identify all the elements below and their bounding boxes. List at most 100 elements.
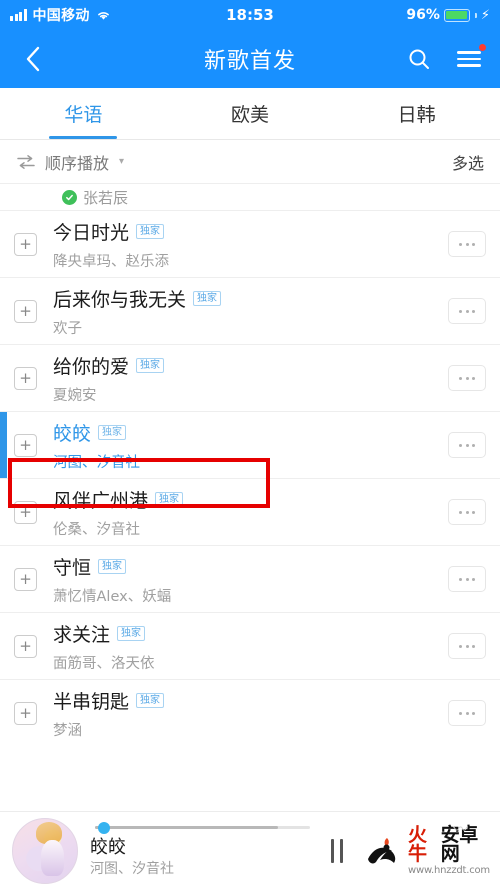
song-title-line: 求关注 独家 (53, 620, 440, 647)
search-icon (409, 49, 429, 69)
carrier-label: 中国移动 (32, 8, 90, 24)
table-row-playing[interactable]: + 皎皎 独家 河图、汐音社 (0, 411, 500, 478)
play-mode-label: 顺序播放 (45, 153, 110, 173)
watermark-brand-red: 火牛 (408, 823, 427, 865)
add-to-playlist-button[interactable]: + (14, 567, 37, 591)
header-actions (404, 43, 487, 74)
song-info: 今日时光 独家 降央卓玛、赵乐添 (53, 218, 440, 271)
song-title-line: 半串钥匙 独家 (53, 687, 440, 714)
search-button[interactable] (404, 44, 434, 74)
charging-bolt-icon: ⚡ (480, 7, 490, 23)
song-title: 守恒 (53, 556, 92, 579)
song-title: 风伴广州港 (53, 489, 149, 512)
song-info: 皎皎 独家 河图、汐音社 (53, 419, 440, 472)
wave-decoration-icon: 〰 (452, 819, 468, 838)
status-bar-right: 96% ⚡ (406, 7, 490, 23)
progress-slider[interactable] (90, 821, 310, 834)
now-playing-info: 皎皎 河图、汐音社 (90, 821, 310, 880)
more-options-button[interactable] (448, 700, 486, 726)
progress-thumb[interactable] (98, 821, 111, 834)
more-options-button[interactable] (448, 298, 486, 324)
table-row[interactable]: + 给你的爱 独家 夏婉安 (0, 344, 500, 411)
watermark-brand: 火牛 安卓网 (408, 823, 490, 865)
battery-percent-label: 96% (406, 7, 440, 23)
table-row[interactable]: + 半串钥匙 独家 梦涵 (0, 679, 500, 746)
app-header: 新歌首发 (0, 30, 500, 88)
add-to-playlist-button[interactable]: + (14, 366, 37, 390)
bottom-player-bar: 皎皎 河图、汐音社 〰 火牛 安卓网 www.hnzzdt.com (0, 811, 500, 889)
more-options-button[interactable] (448, 231, 486, 257)
exclusive-badge: 独家 (136, 692, 165, 708)
song-title: 给你的爱 (53, 355, 130, 378)
song-title: 今日时光 (53, 221, 130, 244)
list-control-row: 顺序播放 ▾ 多选 (0, 140, 500, 184)
more-options-button[interactable] (448, 432, 486, 458)
song-list[interactable]: 张若辰 + 今日时光 独家 降央卓玛、赵乐添 + 后来你与我无关 独家 欢子 +… (0, 184, 500, 811)
status-bar: 中国移动 18:53 96% ⚡ (0, 0, 500, 30)
battery-icon (443, 8, 470, 22)
back-button[interactable] (16, 42, 50, 76)
hamburger-menu-icon (457, 51, 481, 67)
song-info: 守恒 独家 萧忆情Alex、妖蝠 (53, 553, 440, 606)
signal-bars-icon (10, 9, 27, 21)
song-artist: 夏婉安 (53, 387, 97, 404)
song-artist: 河图、汐音社 (53, 454, 140, 471)
add-to-playlist-button[interactable]: + (14, 433, 37, 457)
progress-fill (95, 826, 278, 829)
more-options-button[interactable] (448, 633, 486, 659)
notification-dot-icon (478, 43, 487, 52)
multi-select-button[interactable]: 多选 (452, 150, 484, 174)
partial-item-artist: 张若辰 (83, 188, 129, 207)
tab-western[interactable]: 欧美 (167, 88, 334, 139)
table-row[interactable]: + 风伴广州港 独家 伦桑、汐音社 (0, 478, 500, 545)
category-tabs: 华语 欧美 日韩 (0, 88, 500, 140)
chevron-down-icon: ▾ (119, 156, 125, 167)
table-row[interactable]: + 守恒 独家 萧忆情Alex、妖蝠 (0, 545, 500, 612)
song-title: 求关注 (53, 623, 111, 646)
now-playing-indicator (0, 412, 7, 478)
song-title: 半串钥匙 (53, 690, 130, 713)
song-artist: 萧忆情Alex、妖蝠 (53, 588, 172, 605)
table-row[interactable]: + 求关注 独家 面筋哥、洛天依 (0, 612, 500, 679)
more-options-button[interactable] (448, 566, 486, 592)
add-to-playlist-button[interactable]: + (14, 634, 37, 658)
now-playing-title: 皎皎 (90, 836, 126, 858)
song-title-line: 后来你与我无关 独家 (53, 285, 440, 312)
menu-button[interactable] (454, 43, 487, 74)
table-row[interactable]: + 后来你与我无关 独家 欢子 (0, 277, 500, 344)
song-info: 风伴广州港 独家 伦桑、汐音社 (53, 486, 440, 539)
add-to-playlist-button[interactable]: + (14, 701, 37, 725)
play-mode-button[interactable]: 顺序播放 ▾ (16, 150, 124, 174)
add-to-playlist-button[interactable]: + (14, 299, 37, 323)
song-info: 给你的爱 独家 夏婉安 (53, 352, 440, 405)
add-to-playlist-button[interactable]: + (14, 232, 37, 256)
back-chevron-icon (26, 46, 40, 72)
add-to-playlist-button[interactable]: + (14, 500, 37, 524)
watermark-text: 火牛 安卓网 www.hnzzdt.com (408, 823, 490, 876)
exclusive-badge: 独家 (98, 558, 127, 574)
tab-chinese[interactable]: 华语 (0, 88, 167, 139)
exclusive-badge: 独家 (117, 625, 146, 641)
exclusive-badge: 独家 (136, 357, 165, 373)
exclusive-badge: 独家 (136, 223, 165, 239)
site-watermark: 〰 火牛 安卓网 www.hnzzdt.com (360, 819, 490, 882)
song-title: 后来你与我无关 (53, 288, 187, 311)
wifi-icon (96, 9, 111, 21)
more-options-button[interactable] (448, 365, 486, 391)
exclusive-badge: 独家 (98, 424, 127, 440)
more-options-button[interactable] (448, 499, 486, 525)
exclusive-badge: 独家 (155, 491, 184, 507)
song-artist: 伦桑、汐音社 (53, 521, 140, 538)
table-row[interactable]: + 今日时光 独家 降央卓玛、赵乐添 (0, 210, 500, 277)
tab-jk[interactable]: 日韩 (333, 88, 500, 139)
battery-cap (474, 12, 477, 18)
pause-button[interactable] (320, 834, 354, 868)
app-root: 中国移动 18:53 96% ⚡ 新歌首发 华语 欧美 日韩 顺序播放 ▾ 多选… (0, 0, 500, 889)
song-title-line: 守恒 独家 (53, 553, 440, 580)
watermark-url: www.hnzzdt.com (408, 864, 490, 876)
song-artist: 梦涵 (53, 722, 82, 739)
song-artist: 欢子 (53, 320, 82, 337)
album-art-thumbnail[interactable] (12, 817, 78, 884)
song-title-line: 给你的爱 独家 (53, 352, 440, 379)
partial-list-item[interactable]: 张若辰 (0, 184, 500, 210)
